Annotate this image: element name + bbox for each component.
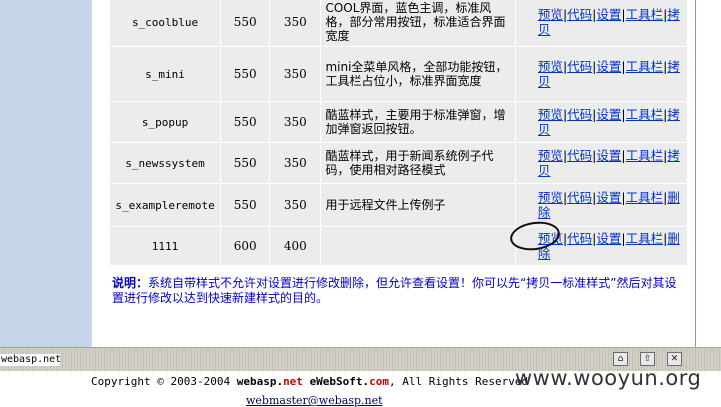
webmaster-email-link[interactable]: webmaster@webasp.net — [246, 394, 383, 407]
style-name-cell: s_exampleremote — [110, 184, 221, 226]
settings-link[interactable]: 设置 — [596, 59, 621, 74]
code-link[interactable]: 代码 — [567, 190, 592, 205]
settings-link[interactable]: 设置 — [596, 7, 621, 22]
status-url: webasp.net — [0, 354, 60, 366]
toolbar-link[interactable]: 工具栏 — [626, 148, 664, 163]
toolbar-link[interactable]: 工具栏 — [626, 59, 664, 74]
note-label: 说明： — [112, 276, 149, 290]
description-cell: COOL界面，蓝色主调，标准风格，部分常用按钮，标准适合界面宽度 — [321, 0, 515, 46]
right-gutter — [696, 0, 721, 347]
description-cell — [321, 227, 515, 265]
code-link[interactable]: 代码 — [567, 231, 592, 246]
style-list-table: s_coolblue 550 350 COOL界面，蓝色主调，标准风格，部分常用按钮，… — [109, 0, 688, 266]
width-cell: 550 — [221, 0, 270, 46]
table-row: s_exampleremote 550 350 用于远程文件上传例子 预览|代码|设置|… — [110, 184, 687, 226]
toolbar-link[interactable]: 工具栏 — [626, 107, 664, 122]
toolbar-link[interactable]: 工具栏 — [626, 190, 664, 205]
table-row: s_popup 550 350 酷蓝样式，主要用于标准弹窗，增加弹窗返回按钮。 预览|代… — [110, 102, 687, 142]
style-name-cell: s_coolblue — [110, 0, 221, 46]
watermark: www.wooyun.org — [515, 366, 702, 390]
actions-cell: 预览|代码|设置|工具栏|拷贝 — [515, 102, 687, 142]
actions-cell: 预览|代码|设置|工具栏|删除 — [515, 184, 687, 226]
up-icon[interactable]: ⇧ — [640, 352, 655, 366]
width-cell: 550 — [221, 143, 270, 183]
close-icon[interactable]: ✕ — [667, 352, 682, 366]
preview-link[interactable]: 预览 — [538, 231, 563, 246]
code-link[interactable]: 代码 — [567, 107, 592, 122]
height-cell: 350 — [270, 0, 321, 46]
toolbar-link[interactable]: 工具栏 — [626, 231, 664, 246]
actions-cell: 预览|代码|设置|工具栏|拷贝 — [515, 0, 687, 46]
toolbar-link[interactable]: 工具栏 — [626, 7, 664, 22]
code-link[interactable]: 代码 — [567, 148, 592, 163]
copyright-prefix: Copyright © 2003-2004 — [91, 375, 237, 388]
height-cell: 350 — [270, 143, 321, 183]
width-cell: 550 — [221, 184, 270, 226]
brand-webasp[interactable]: webasp.net — [237, 375, 303, 388]
info-note: 说明：系统自带样式不允许对设置进行修改删除，但允许查看设置！你可以先“拷贝一标准… — [112, 276, 687, 306]
description-cell: 酷蓝样式，用于新闻系统例子代码，使用相对路径模式 — [321, 143, 515, 183]
preview-link[interactable]: 预览 — [538, 148, 563, 163]
settings-link[interactable]: 设置 — [596, 148, 621, 163]
settings-link[interactable]: 设置 — [596, 231, 621, 246]
height-cell: 400 — [270, 227, 321, 265]
height-cell: 350 — [270, 184, 321, 226]
settings-link[interactable]: 设置 — [596, 190, 621, 205]
preview-link[interactable]: 预览 — [538, 59, 563, 74]
table-row: 1111 600 400 预览|代码|设置|工具栏|删除 — [110, 227, 687, 265]
style-name-cell: s_popup — [110, 102, 221, 142]
table-row: s_coolblue 550 350 COOL界面，蓝色主调，标准风格，部分常用按钮，… — [110, 0, 687, 46]
code-link[interactable]: 代码 — [567, 59, 592, 74]
home-icon[interactable]: ⌂ — [613, 352, 628, 366]
actions-cell: 预览|代码|设置|工具栏|拷贝 — [515, 47, 687, 101]
style-name-cell: s_mini — [110, 47, 221, 101]
width-cell: 600 — [221, 227, 270, 265]
width-cell: 550 — [221, 47, 270, 101]
description-cell: 酷蓝样式，主要用于标准弹窗，增加弹窗返回按钮。 — [321, 102, 515, 142]
brand-ewebsoft[interactable]: eWebSoft.com — [310, 375, 389, 388]
table-row: s_mini 550 350 mini全菜单风格，全部功能按钮，工具栏占位小，标准界面… — [110, 47, 687, 101]
preview-link[interactable]: 预览 — [538, 190, 563, 205]
left-sidebar-panel — [0, 0, 92, 347]
preview-link[interactable]: 预览 — [538, 107, 563, 122]
style-name-cell: s_newssystem — [110, 143, 221, 183]
style-name-cell: 1111 — [110, 227, 221, 265]
settings-link[interactable]: 设置 — [596, 107, 621, 122]
description-cell: 用于远程文件上传例子 — [321, 184, 515, 226]
actions-cell: 预览|代码|设置|工具栏|删除 — [515, 227, 687, 265]
preview-link[interactable]: 预览 — [538, 7, 563, 22]
width-cell: 550 — [221, 102, 270, 142]
actions-cell: 预览|代码|设置|工具栏|拷贝 — [515, 143, 687, 183]
code-link[interactable]: 代码 — [567, 7, 592, 22]
note-text: 系统自带样式不允许对设置进行修改删除，但允许查看设置！你可以先“拷贝一标准样式”… — [112, 276, 677, 305]
table-row: s_newssystem 550 350 酷蓝样式，用于新闻系统例子代码，使用相对路径… — [110, 143, 687, 183]
description-cell: mini全菜单风格，全部功能按钮，工具栏占位小，标准界面宽度 — [321, 47, 515, 101]
height-cell: 350 — [270, 47, 321, 101]
height-cell: 350 — [270, 102, 321, 142]
copyright-line: Copyright © 2003-2004 webasp.net eWebSof… — [91, 375, 541, 388]
